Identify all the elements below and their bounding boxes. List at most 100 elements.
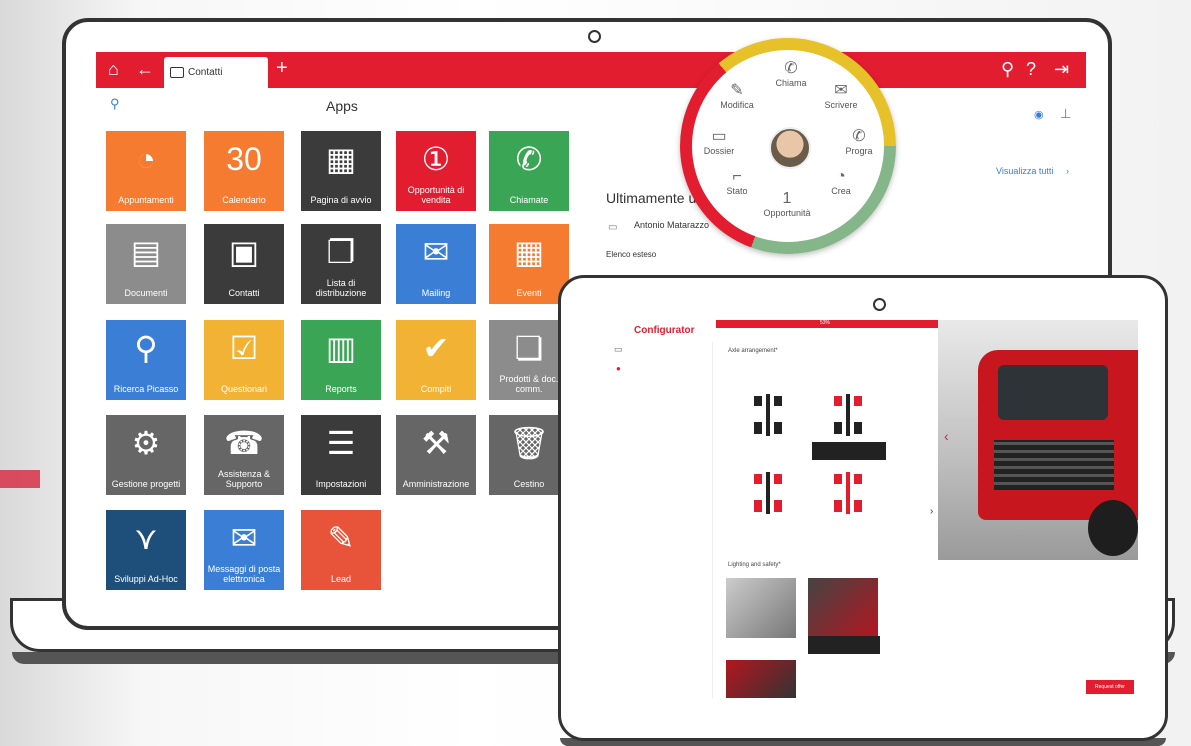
app-tile-icon: ✆ — [515, 141, 543, 177]
app-tile-icon: ✉ — [422, 234, 450, 270]
app-tile[interactable]: ✎ Lead — [301, 510, 381, 590]
chevron-right-icon[interactable]: › — [930, 506, 933, 517]
app-tile-label: Messaggi di posta elettronica — [207, 564, 281, 584]
radial-item-dossier[interactable]: ▭ Dossier — [692, 126, 746, 156]
progress-bar: 53% — [716, 320, 939, 328]
app-tile[interactable]: ▦ Eventi — [489, 224, 569, 304]
app-tile[interactable]: ▣ Contatti — [204, 224, 284, 304]
app-tile-label: Assistenza & Supporto — [217, 469, 271, 489]
axle-option-2[interactable] — [828, 392, 868, 438]
laptop-camera — [588, 30, 601, 43]
app-tile[interactable]: ☑ Questionari — [204, 320, 284, 400]
selected-lighting-label[interactable] — [808, 636, 880, 654]
app-tile[interactable]: ▥ Reports — [301, 320, 381, 400]
app-tile[interactable]: ❐ Lista di distribuzione — [301, 224, 381, 304]
radial-item-schedule[interactable]: ✆ Progra — [832, 126, 886, 156]
app-tile-label: Ricerca Picasso — [113, 384, 179, 394]
app-tile-icon: ▦ — [513, 234, 545, 270]
phone-icon: ✆ — [784, 60, 798, 77]
app-tile[interactable]: ▦ Pagina di avvio — [301, 131, 381, 211]
recent-contact-name[interactable]: Antonio Matarazzo — [634, 220, 709, 230]
app-tile[interactable]: ◔ Appuntamenti — [106, 131, 186, 211]
app-tile-label: Opportunità di vendita — [407, 185, 465, 205]
axle-option-3[interactable] — [748, 470, 788, 516]
help-icon[interactable]: ? — [1026, 59, 1036, 80]
app-tile-icon: ▣ — [228, 234, 260, 270]
app-tile-label: Calendario — [222, 195, 266, 205]
radial-item-call[interactable]: ✆ Chiama — [764, 58, 818, 88]
app-tile[interactable]: ① Opportunità di vendita — [396, 131, 476, 211]
lighting-option-2[interactable] — [808, 578, 878, 638]
search-icon[interactable]: ⚲ — [1001, 59, 1014, 80]
envelope-icon: ✉ — [834, 82, 848, 99]
app-tile[interactable]: ✉ Mailing — [396, 224, 476, 304]
truck-sidebar-icon: ▭ — [614, 344, 623, 354]
pie-icon: ◔ — [836, 168, 846, 185]
back-arrow-icon[interactable]: ← — [136, 59, 154, 80]
app-tile-label: Mailing — [421, 288, 451, 298]
app-tile-icon: ⚒ — [421, 425, 451, 461]
radial-item-create[interactable]: ◔ Crea — [814, 168, 868, 196]
chevron-right-icon[interactable]: › — [1066, 166, 1069, 176]
logout-icon[interactable]: ⇥ — [1054, 59, 1069, 80]
configurator-title: Configurator — [634, 325, 695, 336]
lighting-option-1[interactable] — [726, 578, 796, 638]
app-tile[interactable]: ☎ Assistenza & Supporto — [204, 415, 284, 495]
tablet-camera — [873, 298, 886, 311]
truck-windshield — [998, 365, 1108, 420]
truck-preview-image: ‹ — [938, 320, 1138, 560]
radial-contact-menu[interactable]: ✆ Chiama ✉ Scrivere ✆ Progra ◔ Crea 1 Opportu… — [680, 38, 896, 254]
app-tile[interactable]: ✉ Messaggi di posta elettronica — [204, 510, 284, 590]
app-tile-icon: ⚲ — [134, 330, 158, 366]
eye-icon[interactable]: ◉ — [1034, 108, 1044, 121]
add-tab-icon[interactable]: + — [276, 57, 288, 80]
app-tile[interactable]: 🗑 Cestino — [489, 415, 569, 495]
request-offer-button[interactable]: Request offer — [1086, 680, 1134, 694]
app-tile[interactable]: ⋎ Sviluppi Ad-Hoc — [106, 510, 186, 590]
app-tile-icon: ⚙ — [131, 425, 161, 461]
app-tile[interactable]: ✔ Compiti — [396, 320, 476, 400]
app-tile-label: Cestino — [513, 479, 545, 489]
app-tile-icon: ⋎ — [134, 520, 158, 556]
app-tile[interactable]: 30 Calendario — [204, 131, 284, 211]
app-tile[interactable]: ▤ Documenti — [106, 224, 186, 304]
pin-icon[interactable]: ⊥ — [1060, 106, 1071, 122]
app-tile-icon: 30 — [226, 141, 262, 177]
contact-card-icon — [170, 67, 184, 78]
apps-title: Apps — [326, 98, 358, 114]
chevron-left-icon[interactable]: ‹ — [944, 428, 949, 444]
avatar — [769, 127, 811, 169]
apps-search-icon[interactable]: ⚲ — [110, 96, 120, 112]
app-tile[interactable]: ⚲ Ricerca Picasso — [106, 320, 186, 400]
app-tile-icon: ❐ — [326, 234, 356, 270]
app-tile-icon: ▦ — [325, 141, 357, 177]
app-tile[interactable]: ☰ Impostazioni — [301, 415, 381, 495]
app-tile[interactable]: ✆ Chiamate — [489, 131, 569, 211]
lighting-option-3[interactable] — [726, 660, 796, 698]
extended-list-label[interactable]: Elenco esteso — [606, 250, 656, 259]
radial-item-edit[interactable]: ✎ Modifica — [710, 80, 764, 110]
axle-option-4[interactable] — [828, 470, 868, 516]
truck-wheel — [1088, 500, 1138, 556]
radial-menu-inner: ✆ Chiama ✉ Scrivere ✆ Progra ◔ Crea 1 Opportu… — [692, 50, 884, 242]
app-tile-icon: ▥ — [325, 330, 357, 366]
home-icon[interactable]: ⌂ — [108, 59, 119, 80]
phone-clock-icon: ✆ — [852, 128, 866, 145]
app-tile-label: Questionari — [220, 384, 268, 394]
app-tile[interactable]: ❏ Prodotti & doc. comm. — [489, 320, 569, 400]
axle-option-1[interactable] — [748, 392, 788, 438]
tab-contatti[interactable]: Contatti — [164, 57, 268, 88]
selected-axle-label[interactable] — [812, 442, 886, 460]
recent-title: Ultimamente u — [606, 190, 697, 206]
view-all-link[interactable]: Visualizza tutti — [996, 166, 1053, 176]
app-tile[interactable]: ⚒ Amministrazione — [396, 415, 476, 495]
app-tile-label: Sviluppi Ad-Hoc — [114, 574, 178, 584]
radial-item-status[interactable]: ⌐ Stato — [710, 168, 764, 196]
opportunity-badge-icon: 1 — [782, 190, 792, 207]
radial-item-opportunity[interactable]: 1 Opportunità — [760, 190, 814, 218]
app-tile-icon: ◔ — [136, 141, 156, 177]
app-tile-label: Chiamate — [509, 195, 549, 205]
background-accent — [0, 470, 40, 488]
app-tile[interactable]: ⚙ Gestione progetti — [106, 415, 186, 495]
radial-item-write[interactable]: ✉ Scrivere — [814, 80, 868, 110]
